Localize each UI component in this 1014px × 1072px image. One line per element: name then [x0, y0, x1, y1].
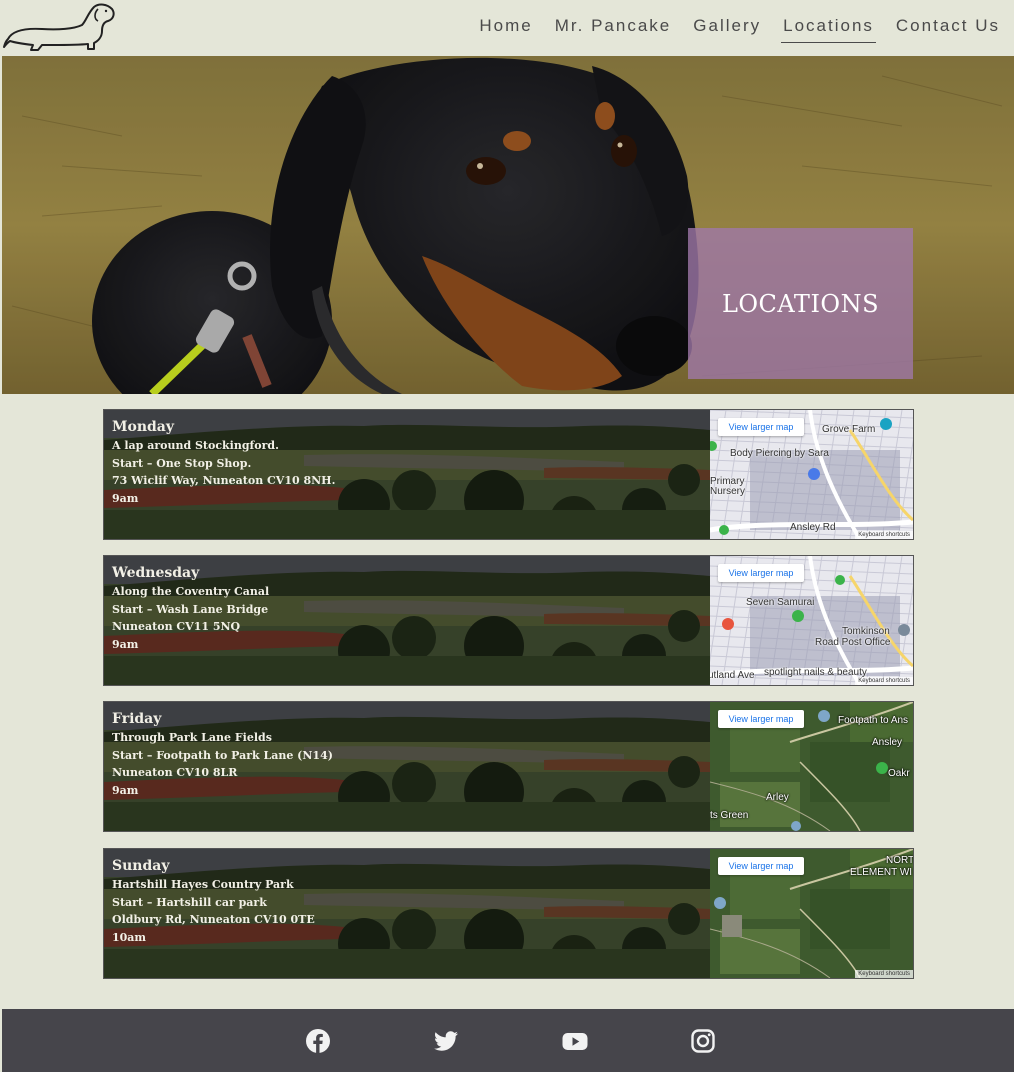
embedded-map[interactable]: Footpath to Ans Ansley Oakr Arley ts Green Vi… — [710, 702, 913, 831]
facebook-icon[interactable] — [305, 1028, 331, 1054]
nav-gallery[interactable]: Gallery — [691, 14, 763, 43]
location-detail-line: Along the Coventry Canal — [112, 585, 270, 598]
map-place-label: spotlight nails & beauty — [764, 667, 867, 678]
view-larger-map-button[interactable]: View larger map — [718, 710, 804, 728]
location-detail-line: Nuneaton CV11 5NQ — [112, 620, 241, 633]
map-place-label: ts Green — [710, 810, 749, 821]
location-day: Friday — [112, 711, 162, 727]
location-detail-line: 9am — [112, 637, 139, 651]
location-detail-line: A lap around Stockingford. — [112, 439, 279, 452]
location-detail-line: 9am — [112, 491, 139, 505]
dachshund-logo-icon[interactable] — [2, 1, 116, 53]
map-place-label: Body Piercing by Sara — [730, 448, 829, 459]
embedded-map[interactable]: Grove Farm Body Piercing by Sara Primary Nu… — [710, 410, 913, 539]
map-keyboard-shortcuts[interactable]: Keyboard shortcuts — [855, 970, 913, 978]
map-place-label: Seven Samurai — [746, 597, 815, 608]
location-day: Monday — [112, 419, 175, 435]
main-nav: Home Mr. Pancake Gallery Locations Conta… — [459, 14, 1002, 43]
location-detail-line: Start – One Stop Shop. — [112, 456, 252, 470]
map-keyboard-shortcuts[interactable]: Keyboard shortcuts — [855, 677, 913, 685]
location-detail-line: Nuneaton CV10 8LR — [112, 766, 238, 779]
location-details: Wednesday Along the Coventry Canal Start –… — [112, 564, 269, 653]
location-day: Sunday — [112, 858, 170, 874]
view-larger-map-button[interactable]: View larger map — [718, 418, 804, 436]
location-detail-line: Start – Hartshill car park — [112, 895, 267, 909]
location-details: Monday A lap around Stockingford. Start – … — [112, 418, 335, 507]
map-place-label: NORT — [886, 855, 913, 866]
location-details: Sunday Hartshill Hayes Country Park Start … — [112, 857, 315, 946]
twitter-icon[interactable] — [433, 1028, 459, 1054]
hero-banner: LOCATIONS — [2, 56, 1014, 394]
location-card-monday: Monday A lap around Stockingford. Start – … — [103, 409, 914, 540]
nav-home[interactable]: Home — [477, 14, 534, 43]
map-place-label: Nursery — [710, 486, 746, 497]
location-card-friday: Friday Through Park Lane Fields Start – Fo… — [103, 701, 914, 832]
nav-mr-pancake[interactable]: Mr. Pancake — [553, 14, 674, 43]
youtube-icon[interactable] — [562, 1028, 588, 1054]
location-card-wednesday: Wednesday Along the Coventry Canal Start –… — [103, 555, 914, 686]
location-detail-line: Start – Footpath to Park Lane (N14) — [112, 748, 333, 762]
map-place-label: utland Ave — [710, 670, 755, 681]
map-keyboard-shortcuts[interactable]: Keyboard shortcuts — [855, 531, 913, 539]
location-detail-line: 9am — [112, 783, 139, 797]
location-detail-line: Hartshill Hayes Country Park — [112, 878, 294, 891]
location-detail-line: Start – Wash Lane Bridge — [112, 602, 269, 616]
instagram-icon[interactable] — [690, 1028, 716, 1054]
map-place-label: Road Post Office — [815, 637, 891, 648]
location-detail-line: Through Park Lane Fields — [112, 731, 272, 744]
location-card-sunday: Sunday Hartshill Hayes Country Park Start … — [103, 848, 914, 979]
embedded-map[interactable]: Seven Samurai Tomkinson Road Post Office sp… — [710, 556, 913, 685]
map-place-label: Grove Farm — [822, 424, 876, 435]
location-detail-line: 10am — [112, 930, 147, 944]
hero-title-box: LOCATIONS — [688, 228, 913, 379]
map-place-label: Footpath to Ans — [838, 715, 909, 726]
view-larger-map-button[interactable]: View larger map — [718, 857, 804, 875]
view-larger-map-button[interactable]: View larger map — [718, 564, 804, 582]
site-footer — [2, 1009, 1014, 1072]
location-detail-line: Oldbury Rd, Nuneaton CV10 0TE — [112, 913, 315, 926]
location-day: Wednesday — [112, 565, 200, 581]
map-place-label: Arley — [766, 792, 789, 803]
map-place-label: ELEMENT WI — [850, 867, 913, 878]
location-details: Friday Through Park Lane Fields Start – Fo… — [112, 710, 333, 799]
map-place-label: Tomkinson — [842, 626, 890, 637]
location-detail-line: 73 Wiclif Way, Nuneaton CV10 8NH. — [112, 474, 336, 487]
nav-contact-us[interactable]: Contact Us — [894, 14, 1002, 43]
nav-locations[interactable]: Locations — [781, 14, 876, 43]
map-place-label: Ansley Rd — [790, 522, 836, 533]
map-place-label: Oakr — [888, 768, 910, 779]
embedded-map[interactable]: NORT ELEMENT WI View larger map Keyboard sh… — [710, 849, 913, 978]
hero-title: LOCATIONS — [721, 289, 880, 318]
site-header: Home Mr. Pancake Gallery Locations Conta… — [0, 0, 1014, 56]
map-place-label: Ansley — [872, 737, 903, 748]
